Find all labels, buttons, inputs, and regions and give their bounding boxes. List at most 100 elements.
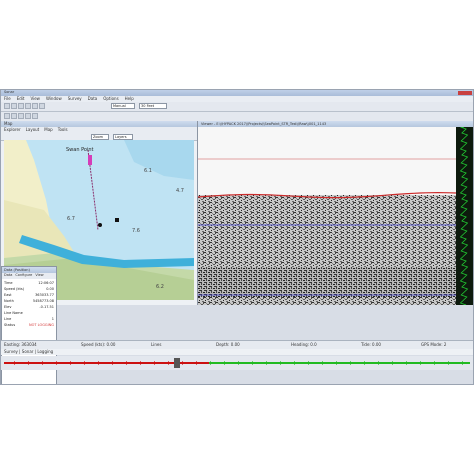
amplitude-strip xyxy=(456,127,473,305)
playback-tick xyxy=(280,361,281,365)
zoom-in-icon[interactable] xyxy=(4,113,10,119)
status-speed: Speed (kts): 0.00 xyxy=(81,342,116,347)
status-tide: Tide: 0.00 xyxy=(361,342,381,347)
map-tab-layout[interactable]: Layout xyxy=(26,127,40,132)
playback-tick xyxy=(238,361,239,365)
playback-tick xyxy=(350,361,351,365)
playback-bar xyxy=(1,356,473,370)
playback-tick xyxy=(294,361,295,365)
map-tab-map[interactable]: Map xyxy=(44,127,52,132)
data-row-speed: Speed (kts) 0.00 xyxy=(4,287,54,291)
playback-tick xyxy=(182,361,183,365)
view-tab[interactable]: View xyxy=(35,273,43,277)
status-badge: NOT LOGGING xyxy=(29,323,54,327)
main-toolbar: Manual 30 Feet xyxy=(1,102,473,112)
playback-tick xyxy=(336,361,337,365)
menu-survey[interactable]: Survey xyxy=(68,96,82,101)
playback-tick xyxy=(98,361,99,365)
map-title: Map xyxy=(4,121,13,126)
status-lines: Lines xyxy=(151,342,162,347)
map-tab-explorer[interactable]: Explorer xyxy=(4,127,21,132)
playback-tick xyxy=(434,361,435,365)
target-marker[interactable] xyxy=(115,218,119,222)
playback-tick xyxy=(448,361,449,365)
playback-tick xyxy=(224,361,225,365)
close-icon[interactable] xyxy=(458,91,472,95)
playback-tick xyxy=(322,361,323,365)
status-gps-mode: GPS Mode: 2 xyxy=(421,342,447,347)
zoom-out-icon[interactable] xyxy=(11,113,17,119)
playback-tick xyxy=(14,361,15,365)
playback-tick xyxy=(112,361,113,365)
menu-options[interactable]: Options xyxy=(103,96,118,101)
position-marker[interactable] xyxy=(98,223,102,227)
data-row-line-name: Line Name xyxy=(4,311,23,315)
app-window: Sonar File Edit View Window Survey Data Option… xyxy=(0,89,474,385)
data-row-elev: Elev -0.17.51 xyxy=(4,305,54,309)
playback-tick xyxy=(252,361,253,365)
data-tab[interactable]: Data xyxy=(4,273,12,277)
bottom-toolbar: Survey | Sonar | Logging xyxy=(1,349,473,355)
playback-thumb[interactable] xyxy=(174,358,180,368)
record-icon[interactable] xyxy=(32,103,38,109)
measure-icon[interactable] xyxy=(25,113,31,119)
playback-tick xyxy=(406,361,407,365)
map-tab-tools[interactable]: Tools xyxy=(58,127,68,132)
new-icon[interactable] xyxy=(4,103,10,109)
sounding-label: 4.7 xyxy=(176,188,184,194)
sonar-subbottom xyxy=(198,267,456,297)
playback-tick xyxy=(56,361,57,365)
menu-data[interactable]: Data xyxy=(88,96,98,101)
sounding-label: 6.1 xyxy=(144,168,152,174)
playback-tick xyxy=(392,361,393,365)
data-row-east: East 363033.77 xyxy=(4,293,54,297)
status-depth: Depth: 0.00 xyxy=(216,342,240,347)
data-row-line: Line 1 xyxy=(4,317,54,321)
menu-file[interactable]: File xyxy=(4,96,11,101)
data-panel-tabs: Data Configure View xyxy=(2,273,56,279)
playback-tick xyxy=(168,361,169,365)
menu-view[interactable]: View xyxy=(30,96,40,101)
sonar-title: Viewer - E:\\HYPACK 2017\\Projects\\SeaP… xyxy=(201,122,327,126)
playback-tick xyxy=(42,361,43,365)
playback-tick xyxy=(420,361,421,365)
pan-icon[interactable] xyxy=(18,113,24,119)
menu-window[interactable]: Window xyxy=(46,96,62,101)
sonar-panel: Viewer - E:\\HYPACK 2017\\Projects\\SeaP… xyxy=(198,121,473,305)
data-row-time: Time 12:06:07 xyxy=(4,281,54,285)
status-easting: Easting: 363034 xyxy=(4,342,37,347)
data-row-north: North 5458773.08 xyxy=(4,299,54,303)
playback-tick xyxy=(266,361,267,365)
stop-icon[interactable] xyxy=(39,103,45,109)
sounding-label: 7.6 xyxy=(132,228,140,234)
print-icon[interactable] xyxy=(25,103,31,109)
playback-tick xyxy=(364,361,365,365)
playback-tick xyxy=(210,361,211,365)
menu-edit[interactable]: Edit xyxy=(17,96,25,101)
app-title: Sonar xyxy=(4,90,15,94)
status-heading: Heading: 0.0 xyxy=(291,342,317,347)
open-icon[interactable] xyxy=(11,103,17,109)
playback-tick xyxy=(140,361,141,365)
place-label: Swan Point xyxy=(66,147,94,153)
playback-tick xyxy=(196,361,197,365)
sounding-label: 6.7 xyxy=(67,216,75,222)
playback-tick xyxy=(126,361,127,365)
configure-tab[interactable]: Configure xyxy=(15,273,32,277)
save-icon[interactable] xyxy=(18,103,24,109)
bottom-toolbar-text: Survey | Sonar | Logging xyxy=(4,349,54,354)
range-combo[interactable]: Manual xyxy=(111,103,135,109)
playback-tick xyxy=(462,361,463,365)
playback-tick xyxy=(378,361,379,365)
depth-combo[interactable]: 30 Feet xyxy=(139,103,167,109)
playback-tick xyxy=(70,361,71,365)
status-bar: Easting: 363034 Speed (kts): 0.00 Lines … xyxy=(1,340,473,349)
playback-track[interactable] xyxy=(4,358,470,368)
layers-icon[interactable] xyxy=(32,113,38,119)
boat-icon[interactable] xyxy=(88,155,92,165)
playback-tick xyxy=(84,361,85,365)
menu-help[interactable]: Help xyxy=(125,96,134,101)
sonar-display[interactable] xyxy=(198,127,473,305)
playback-tick xyxy=(28,361,29,365)
sounding-label: 6.2 xyxy=(156,284,164,290)
